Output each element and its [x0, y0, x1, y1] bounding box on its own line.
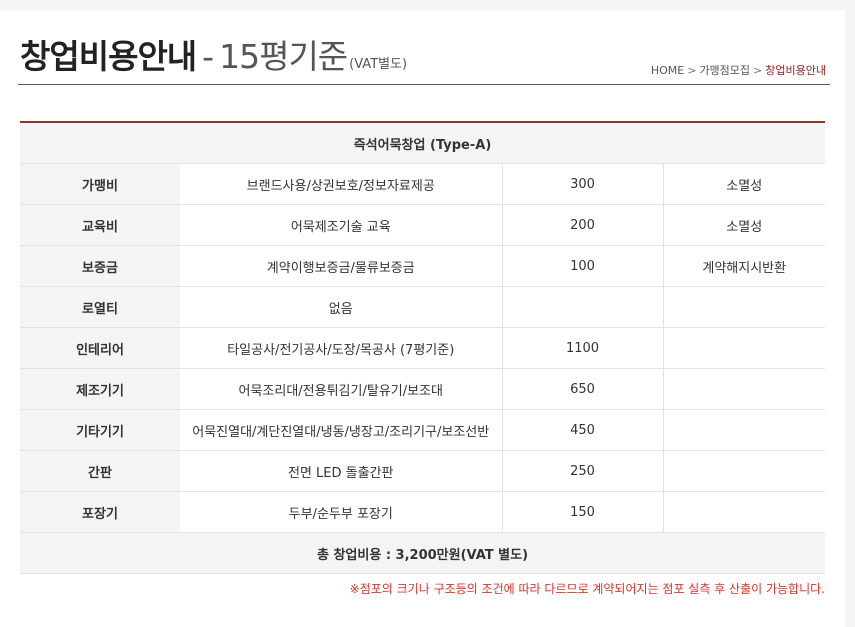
total-cost: 총 창업비용 : 3,200만원(VAT 별도): [20, 532, 825, 574]
row-description: 어묵조리대/전용튀김기/탈유기/보조대: [180, 368, 503, 410]
row-note: [663, 450, 825, 492]
row-label: 인테리어: [20, 327, 180, 369]
row-description: 브랜드사용/상권보호/정보자료제공: [180, 163, 503, 205]
row-description: 두부/순두부 포장기: [180, 491, 503, 533]
row-note: 소멸성: [663, 204, 825, 246]
page-header: 창업비용안내 -15평기준 (VAT별도) HOME > 가맹점모집 > 창업비용안내: [18, 26, 830, 85]
row-label: 기타기기: [20, 409, 180, 451]
cost-table: 즉석어묵창업 (Type-A) 가맹비 브랜드사용/상권보호/정보자료제공 300 소…: [20, 121, 825, 574]
row-description: 타일공사/전기공사/도장/목공사 (7평기준): [180, 327, 503, 369]
chevron-right-icon: >: [753, 64, 763, 77]
row-note: 소멸성: [663, 163, 825, 205]
row-label: 포장기: [20, 491, 180, 533]
page-title-main: 창업비용안내: [20, 37, 197, 76]
breadcrumb: HOME > 가맹점모집 > 창업비용안내: [651, 62, 826, 78]
row-label: 로열티: [20, 286, 180, 328]
table-row: 간판 전면 LED 돌출간판 250: [20, 450, 825, 492]
row-note: [663, 327, 825, 369]
breadcrumb-current: 창업비용안내: [765, 64, 826, 77]
row-description: 없음: [180, 286, 503, 328]
table-caption-row: 즉석어묵창업 (Type-A): [20, 122, 825, 164]
row-note: [663, 368, 825, 410]
row-description: 전면 LED 돌출간판: [180, 450, 503, 492]
breadcrumb-recruit[interactable]: 가맹점모집: [699, 64, 750, 77]
row-amount: [502, 286, 664, 328]
row-label: 제조기기: [20, 368, 180, 410]
row-amount: 100: [502, 245, 664, 287]
page-title-note: (VAT별도): [349, 57, 408, 72]
table-row: 제조기기 어묵조리대/전용튀김기/탈유기/보조대 650: [20, 368, 825, 410]
row-note: 계약해지시반환: [663, 245, 825, 287]
table-row: 포장기 두부/순두부 포장기 150: [20, 491, 825, 533]
page-title-separator: -: [202, 37, 214, 76]
row-note: [663, 286, 825, 328]
table-total-row: 총 창업비용 : 3,200만원(VAT 별도): [20, 532, 825, 574]
row-note: [663, 409, 825, 451]
table-row: 로열티 없음: [20, 286, 825, 328]
row-note: [663, 491, 825, 533]
table-row: 가맹비 브랜드사용/상권보호/정보자료제공 300 소멸성: [20, 163, 825, 205]
row-amount: 300: [502, 163, 664, 205]
page-title: 창업비용안내 -15평기준 (VAT별도): [20, 30, 407, 78]
table-row: 기타기기 어묵진열대/계단진열대/냉동/냉장고/조리기구/보조선반 450: [20, 409, 825, 451]
table-row: 보증금 계약이행보증금/물류보증금 100 계약해지시반환: [20, 245, 825, 287]
row-amount: 250: [502, 450, 664, 492]
row-label: 간판: [20, 450, 180, 492]
table-caption: 즉석어묵창업 (Type-A): [20, 122, 825, 164]
row-amount: 200: [502, 204, 664, 246]
row-description: 계약이행보증금/물류보증금: [180, 245, 503, 287]
row-label: 교육비: [20, 204, 180, 246]
chevron-right-icon: >: [687, 64, 697, 77]
table-row: 인테리어 타일공사/전기공사/도장/목공사 (7평기준) 1100: [20, 327, 825, 369]
row-label: 가맹비: [20, 163, 180, 205]
row-description: 어묵제조기술 교육: [180, 204, 503, 246]
page-title-sub: 15평기준: [219, 37, 348, 76]
table-row: 교육비 어묵제조기술 교육 200 소멸성: [20, 204, 825, 246]
breadcrumb-home[interactable]: HOME: [651, 64, 684, 77]
row-label: 보증금: [20, 245, 180, 287]
row-amount: 150: [502, 491, 664, 533]
row-amount: 650: [502, 368, 664, 410]
footnote: ※점포의 크기나 구조등의 조건에 따라 다르므로 계약되어지는 점포 실측 후…: [349, 582, 825, 596]
row-amount: 450: [502, 409, 664, 451]
row-amount: 1100: [502, 327, 664, 369]
row-description: 어묵진열대/계단진열대/냉동/냉장고/조리기구/보조선반: [180, 409, 503, 451]
